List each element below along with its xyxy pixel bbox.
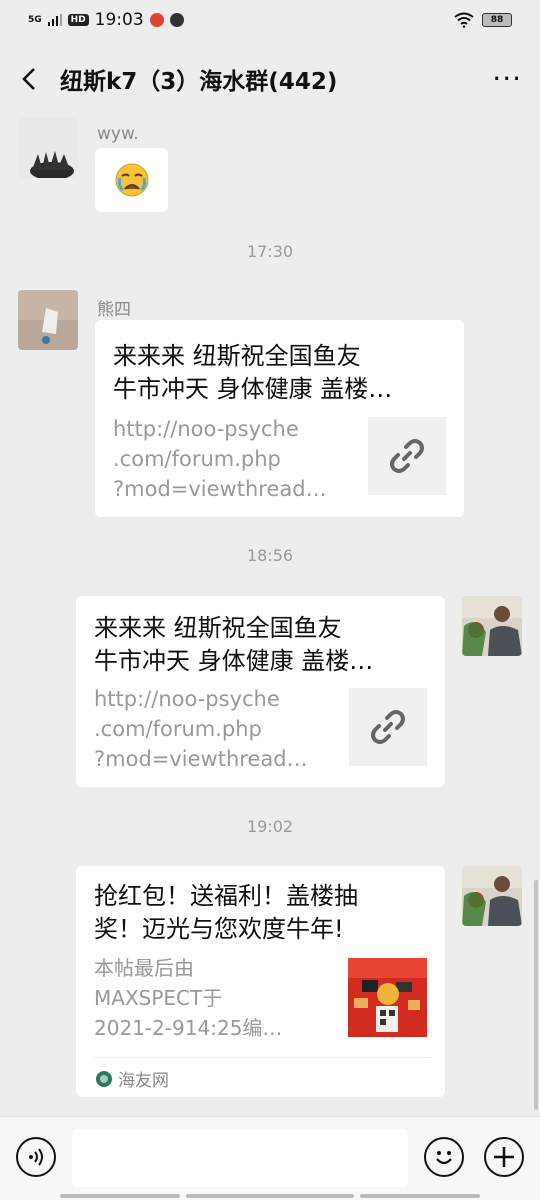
crying-emoji-icon: [115, 163, 148, 197]
sender-name: 熊四: [97, 300, 131, 320]
article-description: 本帖最后由 MAXSPECT于 2021-2-914:25编…: [94, 956, 283, 1040]
link-description: http://noo-psyche .com/forum.php ?mod=vi…: [94, 687, 308, 771]
avatar[interactable]: [18, 290, 78, 350]
status-bar: 5G HD 19:03 88: [0, 0, 540, 40]
link-icon: [390, 439, 424, 473]
link-title: 来来来 纽斯祝全国鱼友 牛市冲天 身体健康 盖楼…: [94, 614, 374, 675]
link-icon: [371, 710, 405, 744]
voice-icon: [29, 1148, 43, 1166]
message-input[interactable]: [72, 1129, 408, 1187]
back-icon[interactable]: [18, 67, 42, 91]
emoji-button[interactable]: [424, 1137, 464, 1177]
avatar-image: [462, 866, 522, 926]
article-thumbnail: [348, 958, 427, 1037]
link-thumbnail: [368, 417, 446, 495]
scrollbar[interactable]: [534, 880, 538, 1110]
link-description: http://noo-psyche .com/forum.php ?mod=vi…: [113, 417, 327, 501]
input-bar: [0, 1116, 540, 1200]
message-list[interactable]: wyw. 17:30 熊四 来来来 纽斯祝全国鱼友 牛市冲天 身体健康 盖楼… …: [0, 118, 540, 1116]
article-source: 海友网: [96, 1066, 169, 1091]
signal-bars-icon: [47, 14, 62, 26]
article-title: 抢红包！送福利！盖楼抽 奖！迈光与您欢度牛年!: [94, 882, 358, 943]
time-label: 18:56: [246, 546, 294, 565]
signal-icon: 5G: [28, 14, 42, 25]
link-message-bubble[interactable]: 来来来 纽斯祝全国鱼友 牛市冲天 身体健康 盖楼… http://noo-psy…: [76, 596, 445, 787]
self-avatar[interactable]: [462, 866, 522, 926]
self-avatar[interactable]: [462, 596, 522, 656]
card-divider: [94, 1057, 431, 1058]
system-nav-handle: [186, 1194, 354, 1198]
battery-icon: 88: [482, 13, 512, 27]
source-logo-icon: [96, 1070, 112, 1087]
link-thumbnail: [349, 688, 427, 766]
hd-icon: HD: [67, 14, 89, 26]
avatar-image: [18, 118, 78, 178]
emoji-message-bubble[interactable]: [95, 148, 168, 212]
time-label: 19:02: [246, 817, 294, 836]
system-nav-handle: [60, 1194, 180, 1198]
system-nav-handle: [360, 1194, 480, 1198]
time-label: 17:30: [246, 242, 294, 261]
voice-input-button[interactable]: [16, 1137, 56, 1177]
sender-name: wyw.: [97, 124, 139, 144]
more-functions-button[interactable]: [484, 1137, 524, 1177]
avatar[interactable]: [18, 118, 78, 178]
plus-icon: [494, 1147, 514, 1167]
avatar-image: [18, 290, 78, 350]
chat-header: 纽斯k7（3）海水群(442) ···: [0, 40, 540, 118]
link-message-bubble[interactable]: 来来来 纽斯祝全国鱼友 牛市冲天 身体健康 盖楼… http://noo-psy…: [95, 320, 464, 517]
compass-icon: [169, 13, 184, 27]
red-packet-image: [348, 958, 427, 1037]
app-notification-icon: [149, 13, 164, 27]
link-title: 来来来 纽斯祝全国鱼友 牛市冲天 身体健康 盖楼…: [113, 342, 393, 403]
more-options-icon[interactable]: ···: [492, 65, 522, 93]
chat-title: 纽斯k7（3）海水群(442): [60, 69, 338, 95]
wifi-icon: [454, 12, 474, 28]
status-time: 19:03: [94, 10, 144, 30]
avatar-image: [462, 596, 522, 656]
smiley-icon: [436, 1151, 452, 1165]
source-name: 海友网: [118, 1071, 169, 1091]
article-message-bubble[interactable]: 抢红包！送福利！盖楼抽 奖！迈光与您欢度牛年! 本帖最后由 MAXSPECT于 …: [76, 866, 445, 1097]
